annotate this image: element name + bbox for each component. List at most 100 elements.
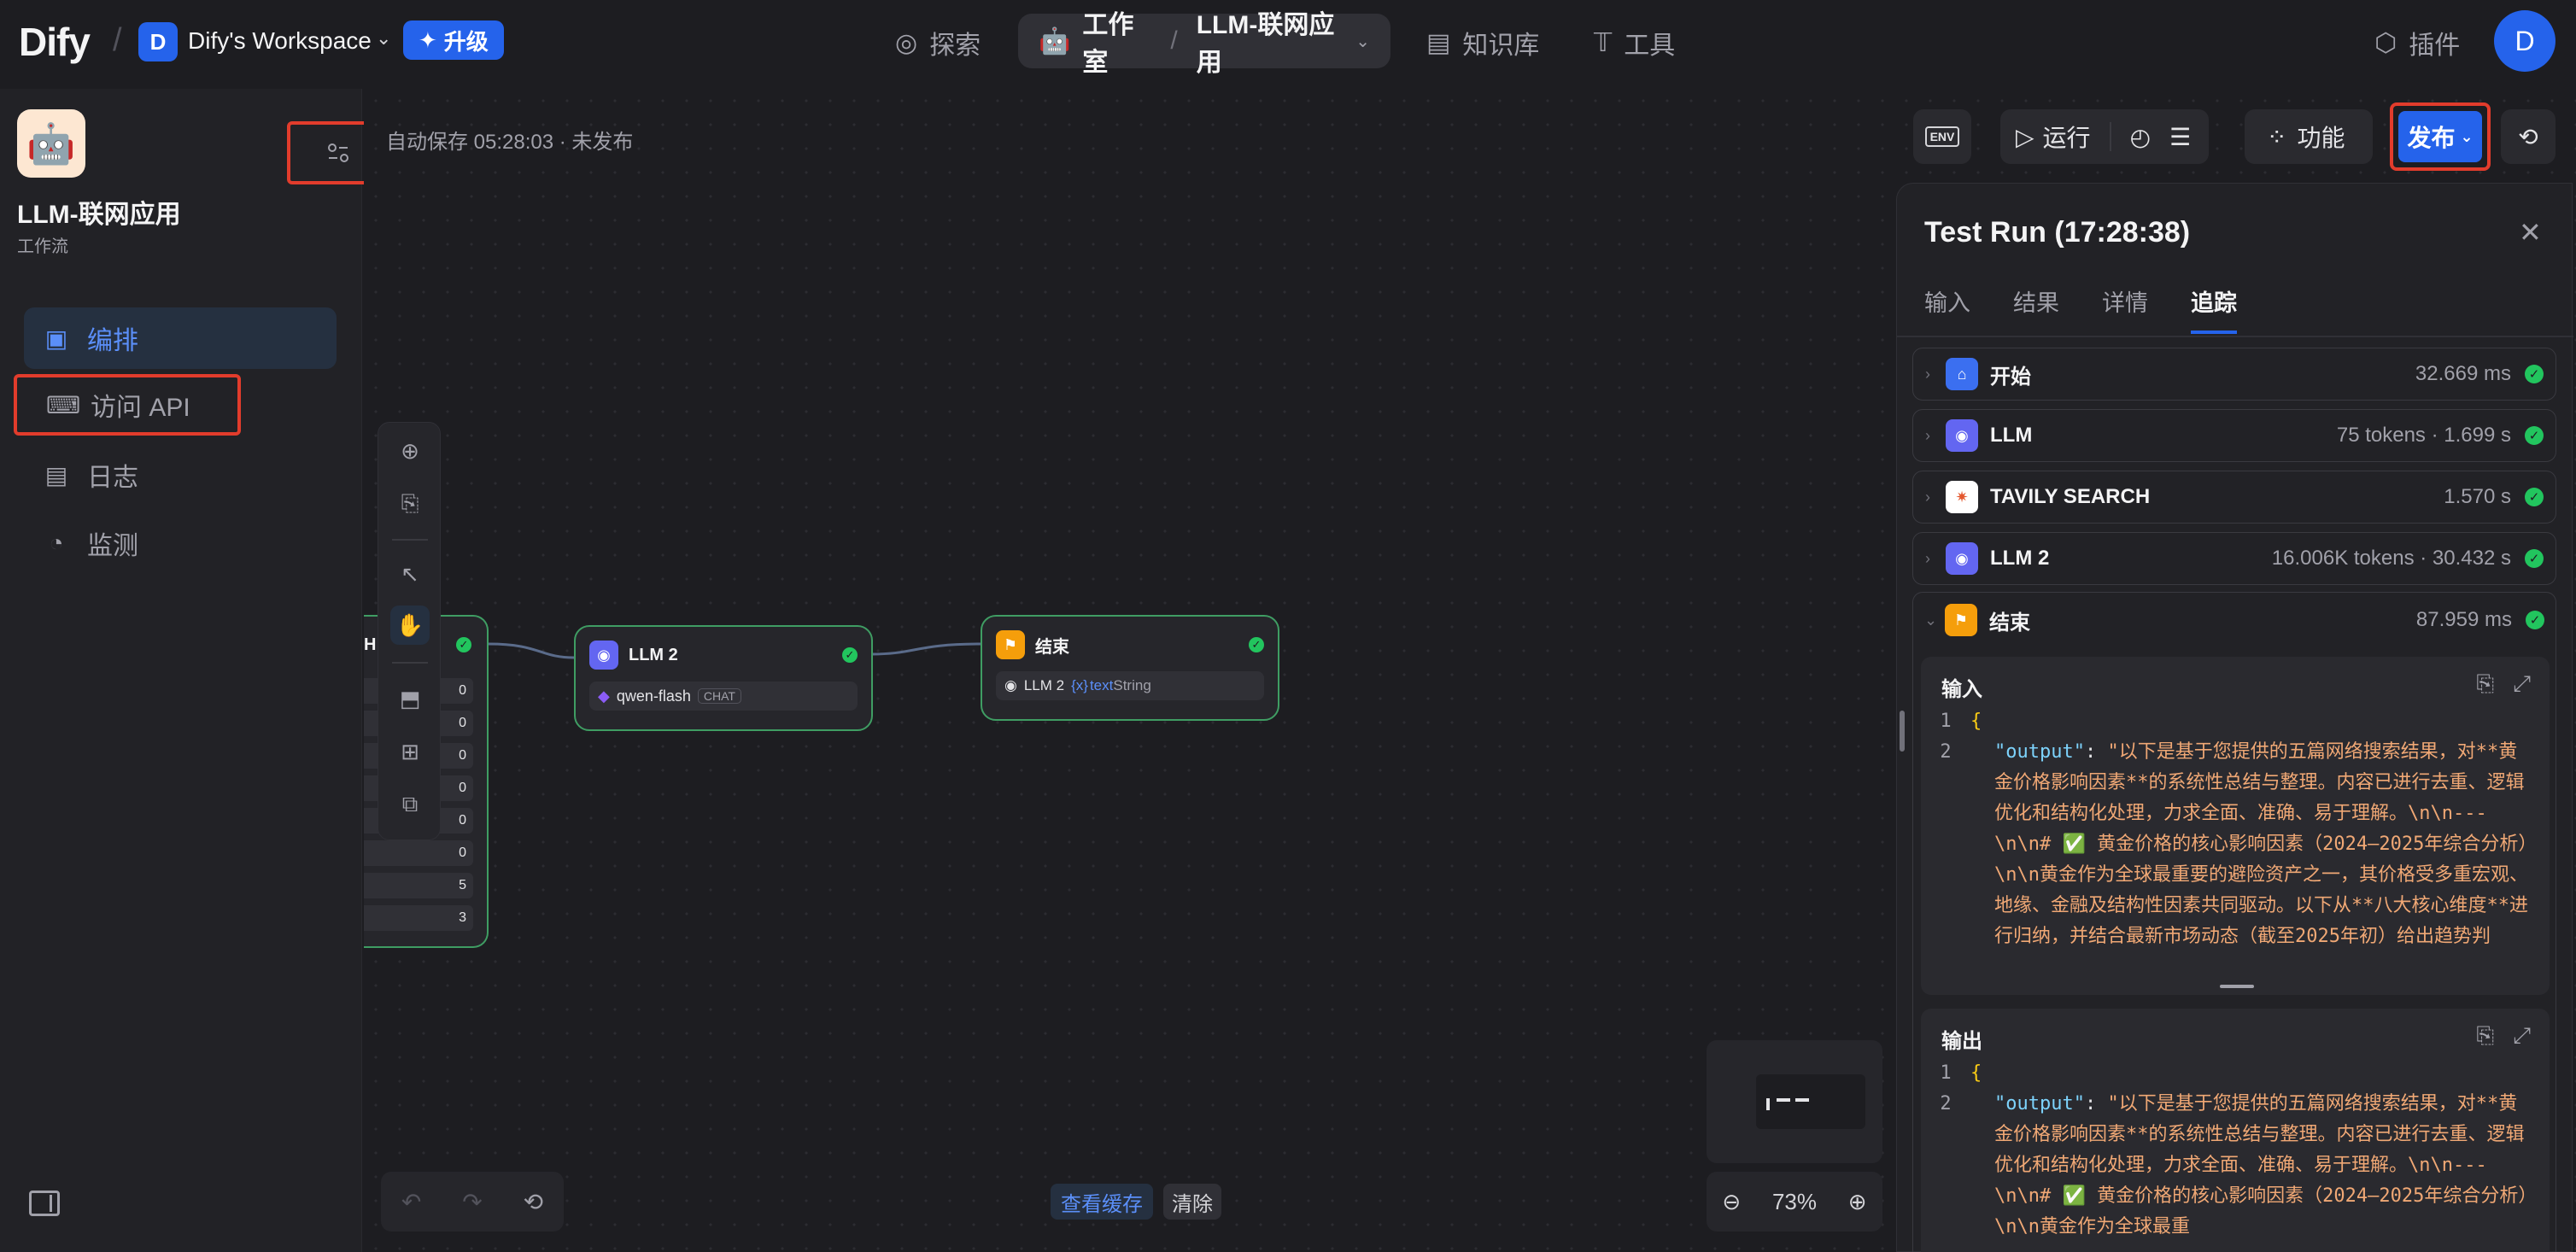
nav-app-label[interactable]: LLM-联网应用 bbox=[1197, 3, 1344, 79]
sidebar-collapse-icon[interactable] bbox=[29, 1191, 60, 1216]
line-number: 1 bbox=[1940, 1062, 1952, 1084]
expand-icon[interactable]: ⤢ bbox=[2513, 1022, 2531, 1050]
copy-icon[interactable]: ⎘ bbox=[2476, 670, 2494, 698]
code-text: { bbox=[1970, 711, 1982, 732]
io-actions: ⎘ ⤢ bbox=[2476, 670, 2531, 698]
colon: : bbox=[2084, 741, 2108, 763]
tab-result[interactable]: 结果 bbox=[2013, 284, 2059, 318]
tab-trace[interactable]: 追踪 bbox=[2191, 284, 2237, 334]
version-history-button[interactable]: ⟲ bbox=[2501, 109, 2556, 164]
sidebar-item-logs[interactable]: ▤ 日志 bbox=[24, 444, 337, 506]
nav-tools[interactable]: 𝕋 工具 bbox=[1594, 24, 1675, 61]
chevron-down-icon: ⌄ bbox=[2460, 127, 2474, 145]
gauge-icon: ◔ bbox=[49, 529, 64, 556]
llm2-node[interactable]: ◉ LLM 2 ✓ ◆ qwen-flash CHAT bbox=[574, 625, 873, 731]
export-image-icon[interactable]: ⬒ bbox=[390, 679, 430, 718]
trace-meta: 1.570 s bbox=[2444, 485, 2511, 508]
history-icon[interactable]: ⟲ bbox=[524, 1188, 543, 1216]
var-name: text bbox=[1089, 677, 1114, 693]
minimap[interactable] bbox=[1707, 1040, 1882, 1163]
trace-row-tavily[interactable]: › ✷ TAVILY SEARCH 1.570 s ✓ bbox=[1912, 471, 2556, 524]
workspace-avatar[interactable]: D bbox=[138, 22, 178, 61]
node-title: LLM 2 bbox=[629, 645, 678, 664]
workspace-name[interactable]: Dify's Workspace bbox=[188, 27, 372, 55]
chevron-right-icon: › bbox=[1925, 365, 1930, 383]
end-node[interactable]: ⚑ 结束 ✓ ◉ LLM 2 {x} text String bbox=[981, 615, 1279, 721]
run-button[interactable]: 运行 bbox=[2043, 120, 2091, 154]
pointer-icon[interactable]: ↖ bbox=[390, 554, 430, 594]
nav-studio[interactable]: 🤖 工作室 / LLM-联网应用 ⌄ bbox=[1018, 11, 1390, 77]
copy-icon[interactable]: ⎘ bbox=[2476, 1022, 2494, 1050]
run-history-icon[interactable]: ◴ bbox=[2130, 123, 2151, 151]
nav-explore[interactable]: ◎ 探索 bbox=[895, 24, 981, 61]
success-check-icon: ✓ bbox=[1249, 637, 1264, 652]
view-cache-button[interactable]: 查看缓存 bbox=[1051, 1184, 1153, 1220]
trace-row-llm2[interactable]: › ◉ LLM 2 16.006K tokens · 30.432 s ✓ bbox=[1912, 532, 2556, 585]
expand-icon[interactable]: ⤢ bbox=[2513, 670, 2531, 698]
test-run-panel: Test Run (17:28:38) ✕ 输入 结果 详情 追踪 › ⌂ 开始… bbox=[1896, 183, 2573, 1252]
trace-row-llm[interactable]: › ◉ LLM 75 tokens · 1.699 s ✓ bbox=[1912, 409, 2556, 462]
model-name: qwen-flash bbox=[616, 687, 691, 705]
chevron-down-icon[interactable]: ⌄ bbox=[376, 27, 391, 50]
nav-explore-label: 探索 bbox=[929, 32, 981, 60]
compass-icon: ◎ bbox=[895, 28, 918, 57]
nav-plugins[interactable]: ⬡ 插件 bbox=[2374, 24, 2460, 61]
user-avatar[interactable]: D bbox=[2494, 10, 2556, 72]
sidebar-item-label: 日志 bbox=[87, 464, 138, 492]
features-button[interactable]: ⁘ 功能 bbox=[2245, 109, 2373, 164]
variable-icon: {x} bbox=[1071, 677, 1088, 693]
cube-icon: ⬡ bbox=[2374, 28, 2397, 57]
output-var-row: ◉ LLM 2 {x} text String bbox=[996, 671, 1264, 700]
resize-handle[interactable] bbox=[2220, 985, 2254, 988]
panel-resize-handle[interactable] bbox=[1900, 711, 1905, 752]
play-icon[interactable]: ▷ bbox=[2016, 123, 2034, 151]
trace-row-end[interactable]: ⌄ ⚑ 结束 87.959 ms ✓ bbox=[1912, 594, 2556, 646]
trace-name: 结束 bbox=[1989, 611, 2030, 635]
chevron-down-icon[interactable]: ⌄ bbox=[1355, 31, 1370, 52]
tab-input[interactable]: 输入 bbox=[1924, 284, 1970, 318]
organize-icon[interactable]: ⊞ bbox=[390, 732, 430, 771]
sidebar-item-api[interactable]: ⌨ 访问 API bbox=[14, 374, 241, 436]
clear-button[interactable]: 清除 bbox=[1163, 1184, 1221, 1220]
publish-button[interactable]: 发布 ⌄ bbox=[2398, 111, 2482, 162]
partial-node-row: 5 bbox=[364, 873, 473, 898]
redo-icon[interactable]: ↷ bbox=[462, 1188, 482, 1216]
output-json-viewer[interactable]: 输出 ⎘ ⤢ 1 { 2 "output": "以下是基于您提供的五篇网络搜索结… bbox=[1921, 1009, 2550, 1252]
dify-logo[interactable]: Dify bbox=[19, 19, 91, 65]
autosave-status: 自动保存 05:28:03 · 未发布 bbox=[386, 131, 634, 154]
tab-detail[interactable]: 详情 bbox=[2102, 284, 2148, 318]
node-title: 结束 bbox=[1035, 637, 1069, 657]
sidebar-item-orchestrate[interactable]: ▣ 编排 bbox=[24, 307, 337, 369]
sidebar-item-monitor[interactable]: ◔ 监测 bbox=[24, 512, 337, 574]
app-title: LLM-联网应用 bbox=[17, 201, 181, 229]
undo-icon[interactable]: ↶ bbox=[401, 1188, 421, 1216]
colon: : bbox=[2084, 1093, 2108, 1115]
input-json-viewer[interactable]: 输入 ⎘ ⤢ 1 { 2 "output": "以下是基于您提供的五篇网络搜索结… bbox=[1921, 657, 2550, 995]
add-node-icon[interactable]: ⊕ bbox=[390, 431, 430, 471]
zoom-in-icon[interactable]: ⊕ bbox=[1848, 1189, 1867, 1215]
add-note-icon[interactable]: ⎘ bbox=[390, 484, 430, 524]
model-mode-badge: CHAT bbox=[697, 688, 741, 704]
zoom-out-icon[interactable]: ⊖ bbox=[1722, 1189, 1741, 1215]
sliders-svg bbox=[328, 143, 348, 162]
hand-icon[interactable]: ✋ bbox=[390, 606, 430, 645]
zoom-level[interactable]: 73% bbox=[1772, 1189, 1817, 1215]
env-button[interactable]: ENV bbox=[1913, 109, 1971, 164]
upgrade-button[interactable]: ✦ 升级 bbox=[403, 20, 504, 60]
nav-studio-label[interactable]: 工作室 bbox=[1082, 3, 1151, 79]
edge-to-end bbox=[870, 642, 981, 656]
sidebar-item-label: 编排 bbox=[87, 327, 138, 355]
trace-meta: 16.006K tokens · 30.432 s bbox=[2271, 547, 2511, 570]
minimap-viewport[interactable] bbox=[1756, 1074, 1865, 1129]
minimize-icon[interactable]: ⧉ bbox=[390, 785, 430, 824]
chevron-right-icon: › bbox=[1925, 488, 1930, 506]
app-type: 工作流 bbox=[17, 237, 68, 256]
json-key: "output" bbox=[1994, 741, 2085, 763]
checklist-icon[interactable]: ☰ bbox=[2169, 123, 2191, 151]
llm-icon: ◉ bbox=[589, 641, 618, 670]
nav-knowledge[interactable]: ▤ 知识库 bbox=[1426, 24, 1539, 61]
code-line: 1 { bbox=[1921, 1058, 2550, 1089]
trace-row-start[interactable]: › ⌂ 开始 32.669 ms ✓ bbox=[1912, 348, 2556, 401]
close-icon[interactable]: ✕ bbox=[2519, 216, 2542, 249]
panel-tabs: 输入 结果 详情 追踪 bbox=[1924, 284, 2237, 334]
